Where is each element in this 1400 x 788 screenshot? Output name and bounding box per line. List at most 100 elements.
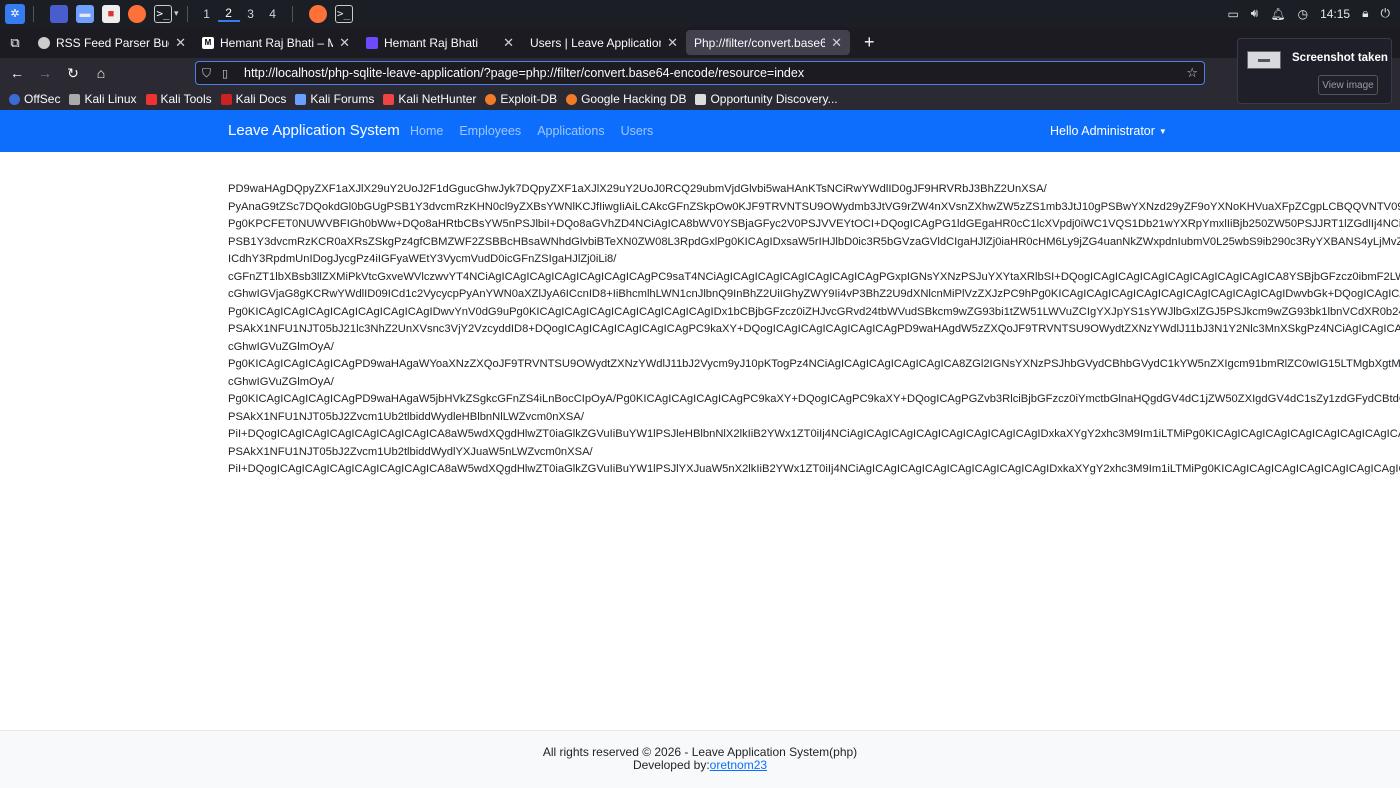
workspace-2[interactable]: 2 — [217, 6, 240, 22]
user-menu[interactable]: Hello Administrator ▼ — [1050, 124, 1167, 138]
app-nav-links: Home Employees Applications Users — [410, 124, 653, 138]
system-tray: ▭ 🔊︎ 🔔︎ ◷ 14:15 🔒︎ ⏻ — [1227, 0, 1400, 27]
bookmark-kali-forums[interactable]: Kali Forums — [295, 92, 374, 106]
exploit-db-icon — [485, 93, 497, 105]
output-line: PSAkX1NFU1NJT05bJ2Zvcm1Ub2tlbiddWydlYXJu… — [228, 445, 593, 458]
screenshot-thumbnail — [1247, 51, 1281, 69]
output-line: PiI+DQogICAgICAgICAgICAgICAgICAgICA8aW5w… — [228, 428, 1400, 440]
shield-icon[interactable]: ⛉ — [202, 66, 216, 81]
tab-title: Users | Leave Application System — [530, 35, 662, 50]
app-navbar: Leave Application System Home Employees … — [0, 110, 1400, 152]
bookmark-kali-docs[interactable]: Kali Docs — [220, 92, 286, 106]
tab-overview-icon[interactable]: ⧉ — [0, 35, 30, 51]
new-tab-icon[interactable]: + — [864, 32, 875, 53]
notification-title: Screenshot taken — [1292, 52, 1388, 64]
globe-icon — [38, 36, 50, 49]
text-editor-icon[interactable]: ■ — [102, 4, 120, 23]
output-line: cGhwIGVuZGlmOyA/ — [228, 340, 334, 353]
output-line: Pg0KICAgICAgICAgICAgICAgICAgICAgIDwvYnV0… — [228, 305, 1400, 318]
view-image-button[interactable]: View image — [1318, 75, 1378, 95]
app-brand[interactable]: Leave Application System — [228, 122, 400, 139]
clock-icon: ◷ — [1297, 6, 1309, 21]
bookmark-opportunity-discovery[interactable]: Opportunity Discovery... — [695, 92, 838, 106]
workspace-3[interactable]: 3 — [240, 7, 262, 21]
nav-home[interactable]: Home — [410, 124, 443, 138]
bell-icon[interactable]: 🔔︎ — [1270, 7, 1285, 21]
output-line: cGhwIGVjaG8gKCRwYWdlID09ICd1c2VycycpPyAn… — [228, 288, 1400, 300]
kali-menu-icon[interactable]: ✲ — [5, 3, 25, 24]
nav-applications[interactable]: Applications — [537, 124, 604, 138]
lock-icon[interactable]: 🔒︎ — [1362, 6, 1368, 21]
tab-medium[interactable]: M Hemant Raj Bhati – Medium ✕ — [194, 27, 358, 58]
files-icon[interactable]: ▬ — [76, 4, 94, 23]
url-input[interactable] — [244, 66, 1174, 80]
output-line: Pg0KPCFET0NUWVBFIGh0bWw+DQo8aHRtbCBsYW5n… — [228, 218, 1400, 230]
bookmark-exploit-db[interactable]: Exploit-DB — [485, 92, 557, 106]
tab-users[interactable]: Users | Leave Application System ✕ — [522, 27, 686, 58]
close-icon[interactable]: ✕ — [339, 35, 350, 51]
workspace-4[interactable]: 4 — [262, 7, 284, 21]
tab-rss-feed[interactable]: RSS Feed Parser Bugs ✕ — [30, 27, 194, 58]
output-line: PD9waHAgDQpyZXF1aXJlX29uY2UoJ2F1dGgucGhw… — [228, 183, 1047, 195]
tab-php-filter[interactable]: Php://filter/convert.base64-encode ✕ — [686, 30, 850, 55]
screenshot-notification[interactable]: Screenshot taken View image — [1237, 38, 1392, 104]
ghdb-icon — [566, 93, 578, 105]
output-line: PiI+DQogICAgICAgICAgICAgICAgICAgICA8aW5w… — [228, 463, 1400, 475]
tab-proton[interactable]: Hemant Raj Bhati ✕ — [358, 27, 522, 58]
nav-employees[interactable]: Employees — [459, 124, 521, 138]
close-icon[interactable]: ✕ — [503, 35, 514, 51]
output-line: Pg0KICAgICAgICAgICAgPD9waHAgaWYoaXNzZXQo… — [228, 358, 1400, 370]
bookmark-google-hacking-db[interactable]: Google Hacking DB — [566, 92, 686, 106]
proton-icon — [366, 36, 378, 49]
nethunter-icon — [383, 93, 395, 105]
kali-tools-icon — [145, 93, 157, 105]
nav-users[interactable]: Users — [621, 124, 654, 138]
bookmark-star-icon[interactable]: ☆ — [1186, 65, 1198, 81]
desktop-icon[interactable] — [50, 4, 68, 23]
base64-output: PD9waHAgDQpyZXF1aXJlX29uY2UoJ2F1dGgucGhw… — [228, 181, 1400, 481]
kali-icon — [69, 93, 81, 105]
home-icon[interactable]: ⌂ — [88, 65, 114, 81]
bookmarks-toolbar: OffSec Kali Linux Kali Tools Kali Docs K… — [0, 88, 1400, 110]
reload-icon[interactable]: ↻ — [60, 65, 86, 82]
page-info-icon[interactable]: ▯ — [222, 67, 236, 80]
output-line: PSB1Y3dvcmRzKCR0aXRsZSkgPz4gfCBMZWF2ZSBB… — [228, 235, 1400, 248]
footer-credit: Developed by:oretnom23 — [632, 758, 768, 772]
output-line: PSAkX1NFU1NJT05bJ21lc3NhZ2UnXVsnc3VjY2Vz… — [228, 323, 1400, 335]
user-greeting: Hello Administrator — [1050, 124, 1155, 138]
clock[interactable]: 14:15 — [1320, 7, 1350, 21]
close-icon[interactable]: ✕ — [667, 35, 678, 51]
output-line: Pg0KICAgICAgICAgICAgPD9waHAgaW5jbHVkZSgk… — [228, 393, 1400, 405]
kali-docs-icon — [220, 93, 232, 105]
offsec-icon — [9, 93, 20, 105]
taskbar-divider — [33, 5, 34, 22]
tab-title: Hemant Raj Bhati — [384, 35, 479, 50]
terminal-window-icon[interactable]: >_ — [334, 4, 353, 23]
firefox-window-icon[interactable] — [308, 4, 327, 23]
tab-title: RSS Feed Parser Bugs — [56, 35, 170, 50]
display-icon[interactable]: ▭ — [1227, 7, 1238, 21]
forward-icon[interactable]: → — [32, 65, 58, 81]
chevron-down-icon[interactable]: ▾ — [174, 8, 179, 19]
output-line: PyAnaG9tZSc7DQokdGl0bGUgPSB1Y3dvcmRzKHN0… — [228, 200, 1400, 213]
terminal-icon[interactable]: >_ — [154, 4, 172, 23]
close-icon[interactable]: ✕ — [831, 35, 842, 51]
tab-title: Hemant Raj Bhati – Medium — [220, 35, 334, 50]
firefox-icon[interactable] — [128, 4, 146, 23]
bookmark-kali-nethunter[interactable]: Kali NetHunter — [383, 92, 476, 106]
power-icon[interactable]: ⏻ — [1381, 6, 1391, 21]
taskbar-divider — [291, 5, 293, 22]
author-link[interactable]: oretnom23 — [710, 758, 767, 772]
output-line: PSAkX1NFU1NJT05bJ2Zvcm1Ub2tlbiddWydleHBl… — [228, 410, 584, 423]
bookmark-kali-tools[interactable]: Kali Tools — [145, 92, 212, 106]
tab-title: Php://filter/convert.base64-encode — [694, 35, 826, 50]
workspace-1[interactable]: 1 — [196, 7, 218, 21]
page-footer: All rights reserved © 2026 - Leave Appli… — [0, 730, 1400, 788]
browser-nav-bar: ← → ↻ ⌂ ⛉ ▯ ☆ — [0, 58, 1400, 88]
bookmark-kali-linux[interactable]: Kali Linux — [69, 92, 137, 106]
bookmark-offsec[interactable]: OffSec — [9, 92, 60, 106]
url-bar[interactable]: ⛉ ▯ ☆ — [195, 61, 1205, 85]
back-icon[interactable]: ← — [4, 65, 30, 81]
volume-icon[interactable]: 🔊︎ — [1251, 6, 1259, 21]
close-icon[interactable]: ✕ — [175, 35, 186, 51]
